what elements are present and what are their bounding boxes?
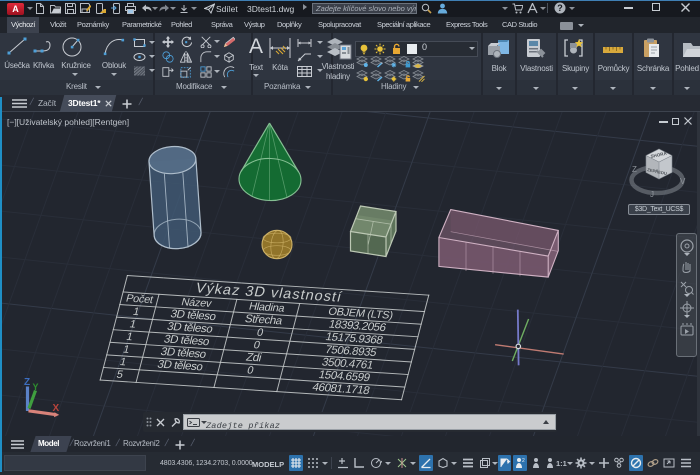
svg-text:J: J	[650, 190, 654, 199]
svg-text:Z: Z	[632, 165, 637, 174]
svg-text:V: V	[680, 177, 686, 186]
svg-text:Y: Y	[33, 382, 39, 392]
svg-text:X: X	[53, 403, 60, 414]
svg-text:?: ?	[557, 3, 563, 13]
svg-text:2: 2	[522, 458, 525, 464]
svg-text:Z: Z	[24, 377, 30, 388]
